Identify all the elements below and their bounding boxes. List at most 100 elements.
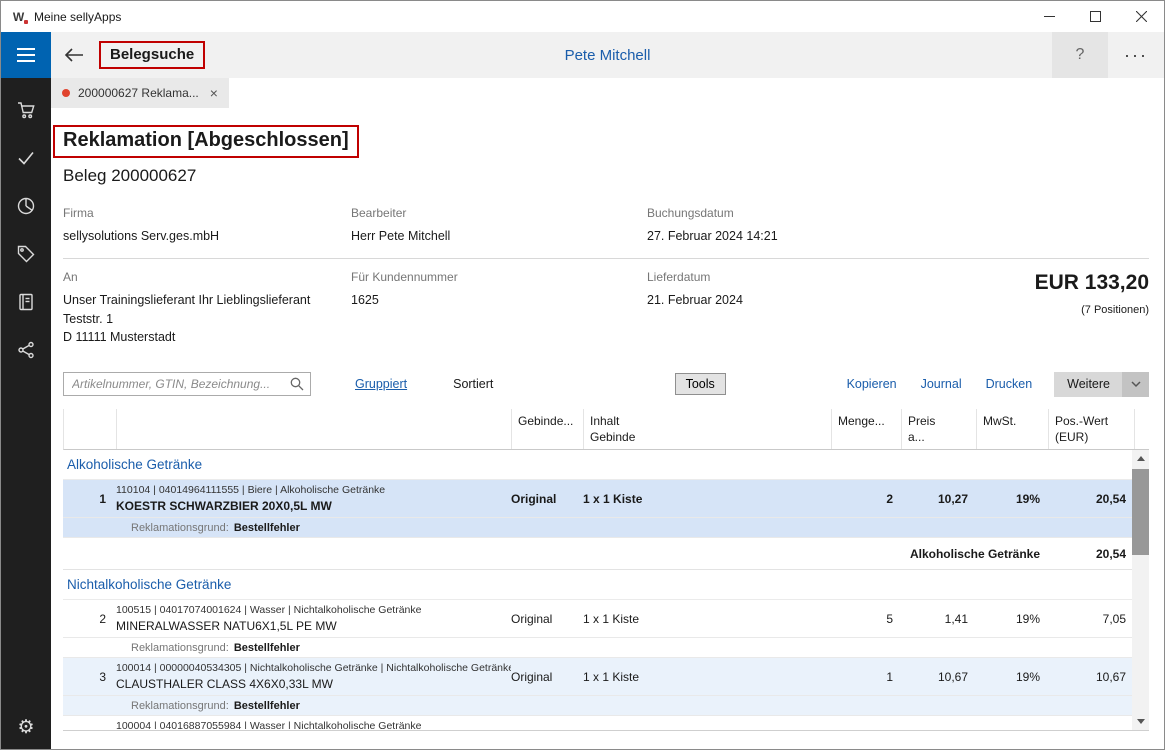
vertical-scrollbar[interactable] (1132, 450, 1149, 730)
table-row[interactable]: 2 100515 | 04017074001624 | Wasser | Nic… (63, 600, 1132, 658)
journal-link[interactable]: Journal (921, 377, 962, 391)
col-header-article[interactable] (117, 409, 512, 449)
cart-icon[interactable] (16, 100, 36, 120)
scroll-up-icon[interactable] (1132, 450, 1149, 467)
app-logo-icon: W (10, 8, 27, 25)
group-header-nichtalkoholisch: Nichtalkoholische Getränke (63, 570, 1132, 600)
lieferdatum-value: 21. Februar 2024 (647, 291, 977, 310)
tab-strip: 200000627 Reklama... × (51, 78, 1164, 108)
tag-icon[interactable] (16, 244, 36, 264)
preis-cell: 10,67 (901, 658, 976, 695)
poswert-cell: 7,05 (1048, 600, 1132, 637)
kundennummer-label: Für Kundennummer (351, 270, 647, 284)
titlebar: W Meine sellyApps (1, 1, 1164, 32)
annotation-box-reklamation: Reklamation [Abgeschlossen] (53, 125, 359, 158)
back-arrow-icon[interactable] (51, 47, 97, 63)
document-tab[interactable]: 200000627 Reklama... × (51, 78, 229, 108)
search-icon[interactable] (290, 377, 304, 396)
page-title[interactable]: Belegsuche (110, 46, 194, 63)
kundennummer-value: 1625 (351, 291, 647, 310)
tab-label: 200000627 Reklama... (78, 86, 199, 100)
inhalt-cell: 1 x 1 Kiste (583, 600, 831, 637)
search-input[interactable] (63, 372, 311, 396)
article-name: KOESTR SCHWARZBIER 20X0,5L MW (116, 499, 511, 513)
row-number: 1 (63, 480, 116, 517)
firma-label: Firma (63, 206, 351, 220)
article-meta: 100515 | 04017074001624 | Wasser | Nicht… (116, 604, 511, 616)
col-header-menge[interactable]: Menge... (832, 409, 902, 449)
tools-button[interactable]: Tools (675, 373, 726, 395)
gear-icon[interactable]: ⚙ (17, 718, 34, 737)
an-label: An (63, 270, 351, 284)
table-row-partial[interactable]: 100004 | 04016887055984 | Wasser | Nicht… (63, 716, 1132, 729)
col-header-inhalt[interactable]: InhaltGebinde (584, 409, 832, 449)
user-name[interactable]: Pete Mitchell (565, 47, 651, 64)
col-header-gebinde[interactable]: Gebinde... (512, 409, 584, 449)
inhalt-cell: 1 x 1 Kiste (583, 480, 831, 517)
sortiert-toggle[interactable]: Sortiert (453, 377, 493, 391)
buchungsdatum-value: 27. Februar 2024 14:21 (647, 227, 977, 246)
article-meta: 110104 | 04014964111555 | Biere | Alkoho… (116, 484, 511, 496)
reklamationsgrund-row: Reklamationsgrund: Bestellfehler (63, 518, 1132, 538)
col-header-preis[interactable]: Preisa... (902, 409, 977, 449)
table-row[interactable]: 1 110104 | 04014964111555 | Biere | Alko… (63, 480, 1132, 538)
table-row[interactable]: 3 100014 | 00000040534305 | Nichtalkohol… (63, 658, 1132, 716)
gebinde-cell: Original (511, 658, 583, 695)
preis-cell: 10,27 (901, 480, 976, 517)
inhalt-cell: 1 x 1 Kiste (583, 658, 831, 695)
document-number: Beleg 200000627 (63, 166, 1149, 186)
bearbeiter-label: Bearbeiter (351, 206, 647, 220)
row-number: 2 (63, 600, 116, 637)
share-icon[interactable] (16, 340, 36, 360)
app-header: Belegsuche Pete Mitchell ? ··· (51, 32, 1164, 78)
gebinde-cell: Original (511, 600, 583, 637)
gruppiert-toggle[interactable]: Gruppiert (355, 377, 407, 391)
article-meta: 100014 | 00000040534305 | Nichtalkoholis… (116, 662, 511, 674)
window-title: Meine sellyApps (34, 10, 121, 24)
lieferdatum-label: Lieferdatum (647, 270, 977, 284)
close-icon[interactable] (1118, 1, 1164, 32)
document-fields: Firma sellysolutions Serv.ges.mbH Bearbe… (63, 206, 1149, 361)
gebinde-cell: Original (511, 480, 583, 517)
app-window: { "colors": { "accent_blue": "#1a5dab", … (0, 0, 1165, 750)
table-header-row: Gebinde... InhaltGebinde Menge... Preisa… (63, 409, 1149, 450)
window-controls (1026, 1, 1164, 32)
help-icon[interactable]: ? (1052, 32, 1108, 78)
poswert-cell: 20,54 (1048, 480, 1132, 517)
an-address-line2: Teststr. 1 (63, 310, 351, 329)
col-header-mwst[interactable]: MwSt. (977, 409, 1049, 449)
scroll-down-icon[interactable] (1132, 713, 1149, 730)
col-header-num[interactable] (64, 409, 117, 449)
weitere-dropdown-button[interactable]: Weitere (1054, 372, 1149, 397)
scrollbar-thumb[interactable] (1132, 469, 1149, 555)
menge-cell: 5 (831, 600, 901, 637)
tab-close-icon[interactable]: × (210, 85, 218, 101)
chevron-down-icon (1122, 372, 1149, 397)
document-view: Reklamation [Abgeschlossen] Beleg 200000… (51, 108, 1164, 749)
book-icon[interactable] (16, 292, 36, 312)
drucken-link[interactable]: Drucken (986, 377, 1033, 391)
buchungsdatum-label: Buchungsdatum (647, 206, 977, 220)
reklamationsgrund-row: Reklamationsgrund: Bestellfehler (63, 638, 1132, 658)
mwst-cell: 19% (976, 658, 1048, 695)
reklamationsgrund-row: Reklamationsgrund: Bestellfehler (63, 696, 1132, 716)
menge-cell: 1 (831, 658, 901, 695)
kopieren-link[interactable]: Kopieren (847, 377, 897, 391)
maximize-icon[interactable] (1072, 1, 1118, 32)
col-header-poswert[interactable]: Pos.-Wert(EUR) (1049, 409, 1135, 449)
an-address-line3: D 11111 Musterstadt (63, 328, 351, 347)
sidebar: ⚙ (1, 32, 51, 749)
more-options-icon[interactable]: ··· (1108, 32, 1164, 78)
group-header-alkoholisch: Alkoholische Getränke (63, 450, 1132, 480)
minimize-icon[interactable] (1026, 1, 1072, 32)
pie-chart-icon[interactable] (16, 196, 36, 216)
table-body: Alkoholische Getränke 1 110104 | 0401496… (63, 450, 1132, 730)
subtotal-label: Alkoholische Getränke (63, 538, 1048, 569)
firma-value: sellysolutions Serv.ges.mbH (63, 227, 351, 246)
tab-status-dot (62, 89, 70, 97)
article-meta: 100004 | 04016887055984 | Wasser | Nicht… (116, 720, 1132, 729)
check-icon[interactable] (16, 148, 36, 168)
hamburger-menu-icon[interactable] (1, 32, 51, 78)
total-amount: EUR 133,20 (977, 271, 1149, 295)
positions-table: Gebinde... InhaltGebinde Menge... Preisa… (63, 409, 1149, 731)
